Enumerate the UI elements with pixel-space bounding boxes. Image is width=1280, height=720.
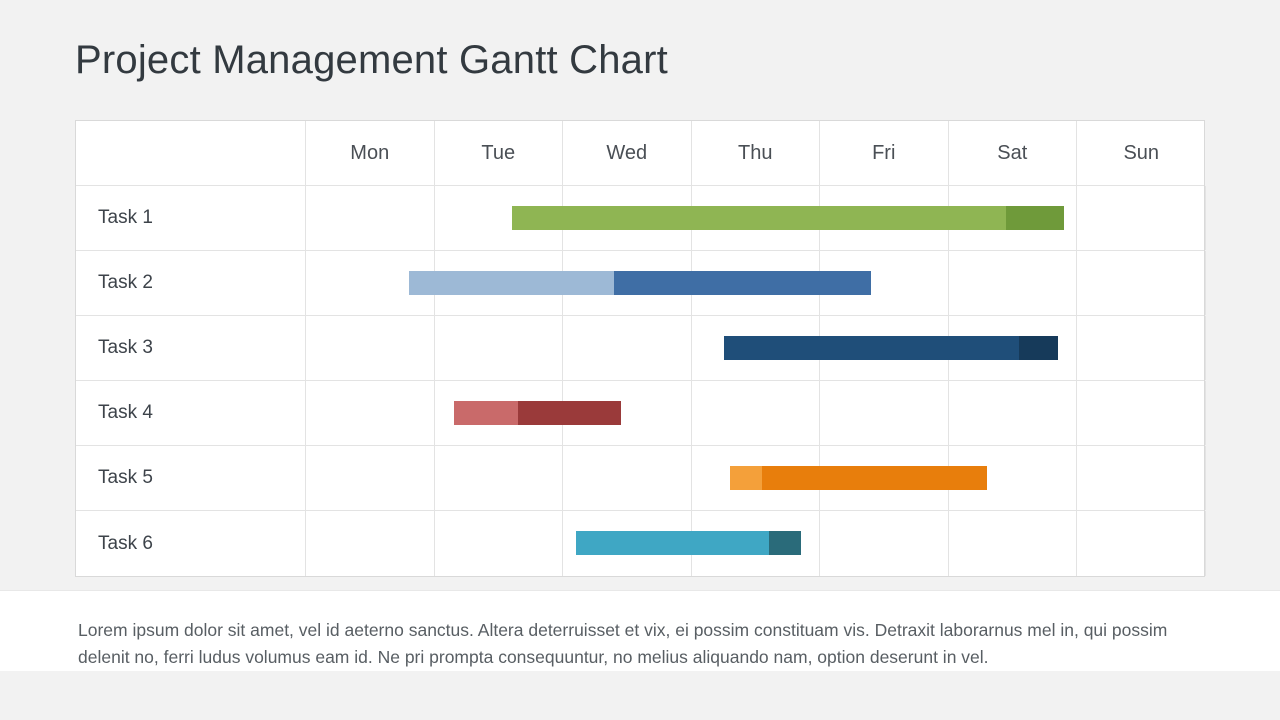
gantt-task-label: Task 5 xyxy=(76,446,306,510)
gantt-cell xyxy=(692,251,821,315)
gantt-header-day: Tue xyxy=(435,121,564,185)
gantt-row: Task 5 xyxy=(76,446,1204,511)
gantt-cell xyxy=(563,511,692,576)
gantt-cell xyxy=(563,446,692,510)
gantt-task-label: Task 3 xyxy=(76,316,306,380)
gantt-header-row: MonTueWedThuFriSatSun xyxy=(76,121,1204,186)
gantt-cell xyxy=(1077,251,1206,315)
gantt-header-day: Mon xyxy=(306,121,435,185)
gantt-cell xyxy=(692,446,821,510)
gantt-cell xyxy=(306,251,435,315)
gantt-cell xyxy=(435,316,564,380)
gantt-cell xyxy=(563,186,692,250)
gantt-cell xyxy=(949,251,1078,315)
gantt-cell xyxy=(820,186,949,250)
gantt-cell xyxy=(820,381,949,445)
gantt-cell xyxy=(949,381,1078,445)
gantt-header-blank xyxy=(76,121,306,185)
gantt-cell xyxy=(820,446,949,510)
gantt-header-day: Wed xyxy=(563,121,692,185)
gantt-task-label: Task 4 xyxy=(76,381,306,445)
gantt-task-label: Task 2 xyxy=(76,251,306,315)
gantt-cell xyxy=(949,446,1078,510)
gantt-cell xyxy=(820,316,949,380)
slide: Project Management Gantt Chart MonTueWed… xyxy=(0,0,1280,720)
gantt-cell xyxy=(306,511,435,576)
page-title: Project Management Gantt Chart xyxy=(75,38,668,83)
gantt-cell xyxy=(949,316,1078,380)
gantt-cell xyxy=(949,511,1078,576)
footer-text: Lorem ipsum dolor sit amet, vel id aeter… xyxy=(78,617,1202,671)
gantt-cell xyxy=(435,381,564,445)
gantt-cell xyxy=(1077,316,1206,380)
gantt-cell xyxy=(692,511,821,576)
gantt-cell xyxy=(1077,446,1206,510)
gantt-cell xyxy=(435,186,564,250)
gantt-task-label: Task 1 xyxy=(76,186,306,250)
gantt-row: Task 2 xyxy=(76,251,1204,316)
gantt-task-label: Task 6 xyxy=(76,511,306,576)
gantt-header-day: Sat xyxy=(949,121,1078,185)
gantt-cell xyxy=(435,511,564,576)
gantt-cell xyxy=(692,381,821,445)
footer-area: Lorem ipsum dolor sit amet, vel id aeter… xyxy=(0,590,1280,671)
gantt-cell xyxy=(563,251,692,315)
gantt-cell xyxy=(820,511,949,576)
gantt-row: Task 6 xyxy=(76,511,1204,576)
gantt-row: Task 1 xyxy=(76,186,1204,251)
gantt-row: Task 4 xyxy=(76,381,1204,446)
gantt-cell xyxy=(435,251,564,315)
gantt-header-day: Sun xyxy=(1077,121,1206,185)
gantt-row: Task 3 xyxy=(76,316,1204,381)
gantt-cell xyxy=(306,186,435,250)
gantt-header-day: Thu xyxy=(692,121,821,185)
gantt-cell xyxy=(820,251,949,315)
gantt-cell xyxy=(306,446,435,510)
gantt-cell xyxy=(692,186,821,250)
gantt-cell xyxy=(563,381,692,445)
gantt-cell xyxy=(1077,511,1206,576)
gantt-cell xyxy=(306,381,435,445)
gantt-cell xyxy=(306,316,435,380)
gantt-cell xyxy=(1077,381,1206,445)
gantt-cell xyxy=(435,446,564,510)
gantt-header-day: Fri xyxy=(820,121,949,185)
gantt-chart: MonTueWedThuFriSatSunTask 1Task 2Task 3T… xyxy=(75,120,1205,577)
gantt-cell xyxy=(1077,186,1206,250)
gantt-cell xyxy=(692,316,821,380)
gantt-cell xyxy=(949,186,1078,250)
gantt-cell xyxy=(563,316,692,380)
